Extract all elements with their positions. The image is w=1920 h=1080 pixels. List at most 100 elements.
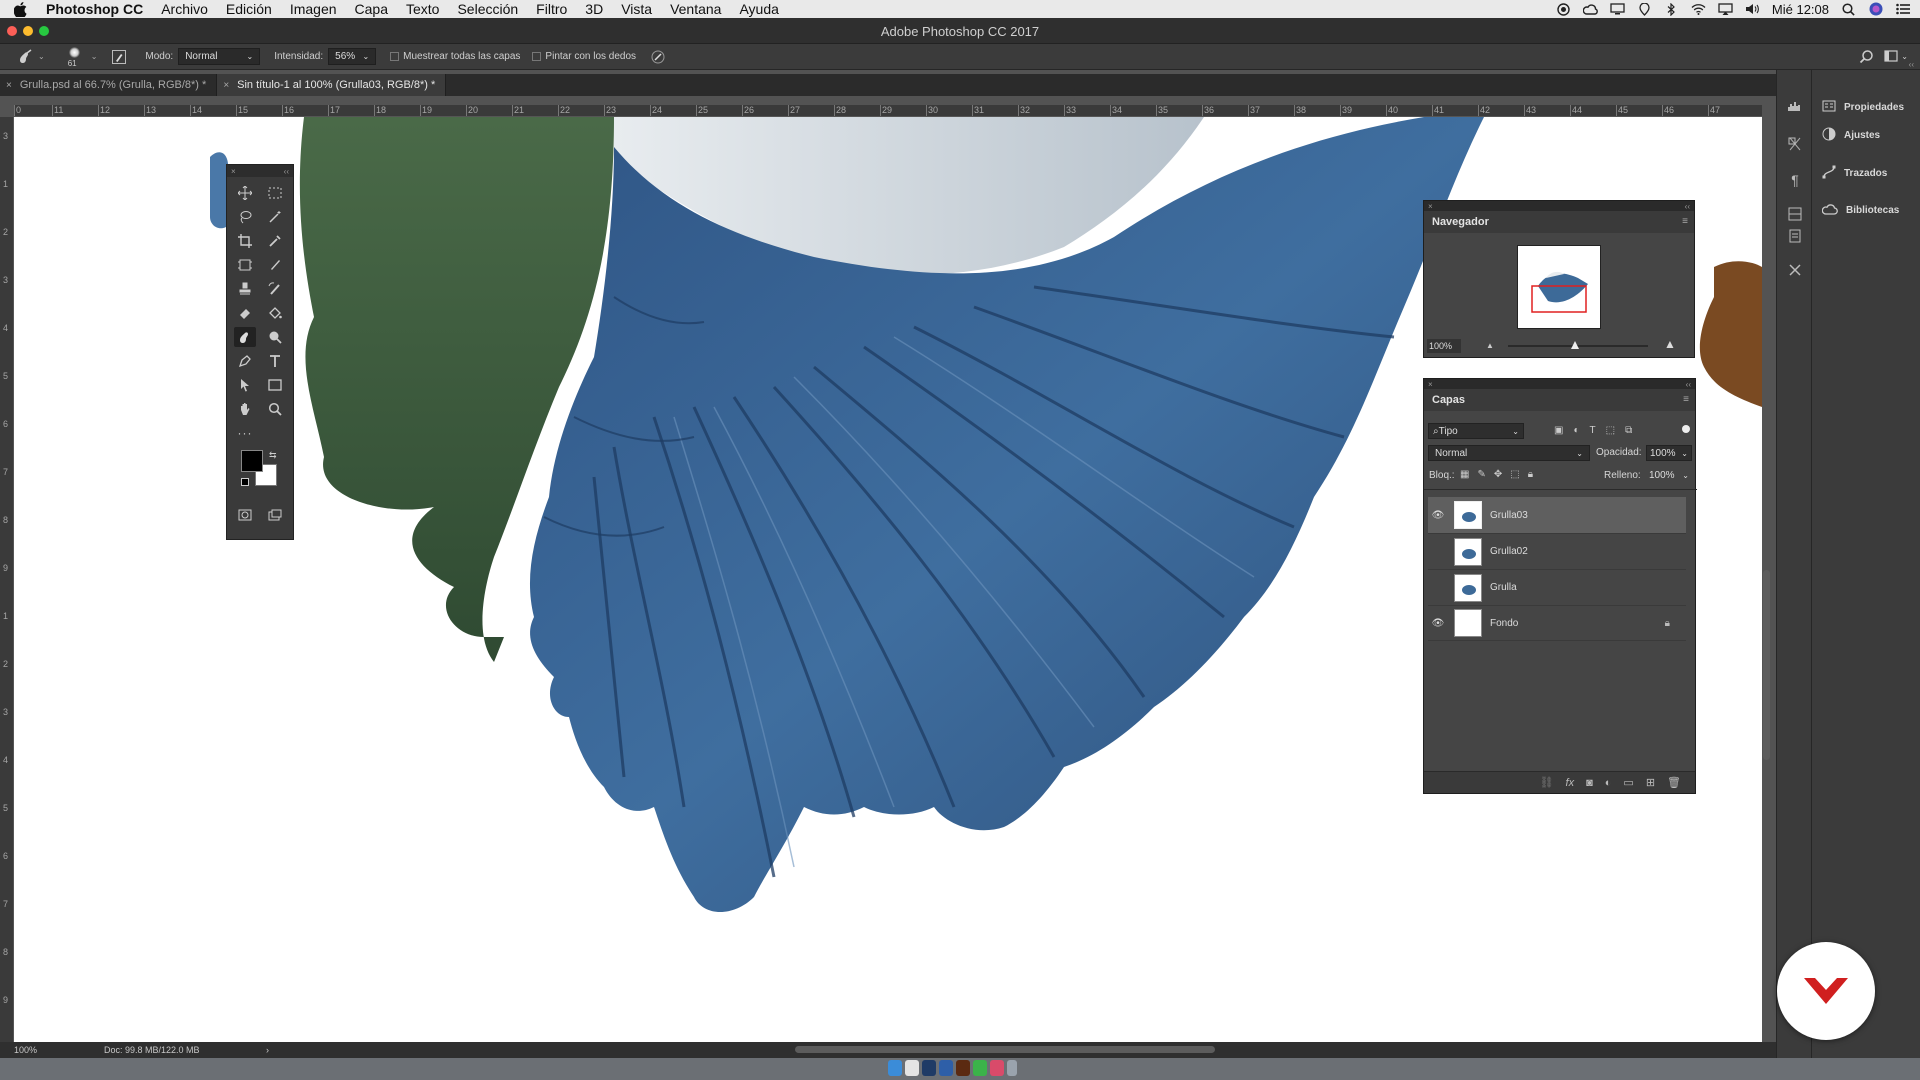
tab-grulla-psd[interactable]: × Grulla.psd al 66.7% (Grulla, RGB/8*) * xyxy=(0,74,218,96)
channels-icon[interactable] xyxy=(1787,206,1803,222)
properties-panel-tab[interactable]: Propiedades xyxy=(1822,100,1904,115)
display-icon[interactable] xyxy=(1610,3,1625,16)
menu-archivo[interactable]: Archivo xyxy=(161,1,208,17)
panel-menu-icon[interactable]: ≡ xyxy=(1683,394,1689,405)
smudge-tool-preset-icon[interactable] xyxy=(18,48,34,65)
tools-panel-header[interactable]: × ‹‹ xyxy=(227,165,293,177)
menu-capa[interactable]: Capa xyxy=(355,1,388,17)
navigator-zoom-slider[interactable] xyxy=(1508,341,1648,349)
pixel-filter-icon[interactable]: ▣ xyxy=(1554,425,1563,436)
menu-seleccion[interactable]: Selección xyxy=(457,1,518,17)
menu-3d[interactable]: 3D xyxy=(585,1,603,17)
zoom-tool[interactable] xyxy=(264,399,286,419)
lightroom-icon[interactable] xyxy=(939,1060,953,1076)
history-brush-tool[interactable] xyxy=(264,279,286,299)
foreground-color-swatch[interactable] xyxy=(241,450,263,472)
visibility-eye-icon[interactable]: 👁︎ xyxy=(1428,510,1448,521)
zoom-level[interactable]: 100% xyxy=(14,1045,84,1055)
menu-imagen[interactable]: Imagen xyxy=(290,1,337,17)
close-icon[interactable]: × xyxy=(231,167,236,176)
paint-bucket-tool[interactable] xyxy=(264,303,286,323)
close-icon[interactable]: × xyxy=(6,80,12,91)
photoshop-icon[interactable] xyxy=(922,1060,936,1076)
notification-center-icon[interactable] xyxy=(1895,3,1910,16)
histogram-icon[interactable] xyxy=(1787,98,1803,114)
layer-filter-select[interactable]: ⌕Tipo ⌄ xyxy=(1428,423,1524,439)
layer-row[interactable]: Grulla xyxy=(1428,569,1686,605)
frame-tool[interactable] xyxy=(234,255,256,275)
chrome-icon[interactable] xyxy=(905,1060,919,1076)
slider-thumb[interactable] xyxy=(1571,341,1579,349)
brush-preset-picker[interactable]: 61 xyxy=(63,45,87,69)
lock-all-icon[interactable]: 🔒︎ xyxy=(1528,469,1533,480)
layer-row[interactable]: 👁︎ Grulla03 xyxy=(1428,497,1686,533)
adjustments-panel-tab[interactable]: Ajustes xyxy=(1822,127,1880,144)
layer-row[interactable]: Grulla02 xyxy=(1428,533,1686,569)
volume-icon[interactable] xyxy=(1745,3,1760,16)
spotify-icon[interactable] xyxy=(973,1060,987,1076)
default-colors-icon[interactable] xyxy=(241,478,249,486)
libraries-panel-tab[interactable]: Bibliotecas xyxy=(1821,203,1899,218)
marquee-tool[interactable] xyxy=(264,183,286,203)
airplay-icon[interactable] xyxy=(1718,3,1733,16)
paths-panel-tab[interactable]: Trazados xyxy=(1822,165,1887,182)
magic-wand-tool[interactable] xyxy=(264,207,286,227)
crop-tool[interactable] xyxy=(234,231,256,251)
filter-toggle-icon[interactable] xyxy=(1682,425,1690,433)
collapse-icon[interactable]: ‹‹ xyxy=(284,167,289,176)
new-group-icon[interactable]: ▭ xyxy=(1623,776,1633,789)
apple-icon[interactable] xyxy=(14,1,28,17)
menu-ayuda[interactable]: Ayuda xyxy=(739,1,778,17)
type-tool[interactable] xyxy=(264,351,286,371)
fill-field[interactable]: 100% ⌄ xyxy=(1646,467,1692,483)
record-icon[interactable] xyxy=(1556,2,1571,16)
clone-source-icon[interactable] xyxy=(1787,136,1803,152)
close-icon[interactable]: × xyxy=(1428,202,1433,211)
lock-icon[interactable]: 🔒︎ xyxy=(1665,618,1670,629)
paragraph-icon[interactable]: ¶ xyxy=(1787,172,1803,188)
menu-filtro[interactable]: Filtro xyxy=(536,1,567,17)
sample-all-layers-checkbox[interactable] xyxy=(390,52,400,61)
swap-colors-icon[interactable]: ⇆ xyxy=(269,450,277,461)
quick-mask-button[interactable] xyxy=(234,505,256,525)
zoom-out-icon[interactable]: ▲ xyxy=(1486,341,1494,350)
creative-cloud-icon[interactable] xyxy=(1582,3,1598,16)
siri-icon[interactable] xyxy=(1868,2,1883,16)
screen-mode-button[interactable] xyxy=(264,505,286,525)
collapse-icon[interactable]: ‹‹ xyxy=(1685,202,1690,211)
menu-edicion[interactable]: Edición xyxy=(226,1,272,17)
link-layers-icon[interactable]: ⛓︎ xyxy=(1540,776,1554,789)
finder-icon[interactable] xyxy=(888,1060,902,1076)
spotlight-icon[interactable] xyxy=(1841,2,1856,16)
finger-painting-checkbox[interactable] xyxy=(532,52,542,61)
blend-mode-select[interactable]: Normal ⌄ xyxy=(1428,445,1590,461)
add-mask-icon[interactable]: ◙ xyxy=(1586,777,1593,789)
tab-sin-titulo[interactable]: × Sin título-1 al 100% (Grulla03, RGB/8*… xyxy=(217,74,447,96)
itunes-icon[interactable] xyxy=(990,1060,1004,1076)
horizontal-ruler[interactable]: 0 11 12 13 14 15 16 17 18 19 20 21 22 23 24 25 26 27 28 29 3… xyxy=(14,105,1762,117)
menu-vista[interactable]: Vista xyxy=(621,1,652,17)
lasso-tool[interactable] xyxy=(234,207,256,227)
eyedropper-tool[interactable] xyxy=(264,231,286,251)
adjustment-layer-icon[interactable]: ◐ xyxy=(1605,777,1612,789)
mode-select[interactable]: Normal ⌄ xyxy=(178,48,261,65)
shape-filter-icon[interactable]: ⬚ xyxy=(1606,425,1615,436)
lock-transparent-icon[interactable]: ▦ xyxy=(1460,469,1469,480)
lock-image-icon[interactable]: ✎ xyxy=(1477,469,1485,480)
rectangle-tool[interactable] xyxy=(264,375,286,395)
panel-topline[interactable]: × ‹‹ xyxy=(1424,379,1695,389)
hand-tool[interactable] xyxy=(234,399,256,419)
brush-settings-icon[interactable] xyxy=(111,49,127,65)
menu-app-name[interactable]: Photoshop CC xyxy=(46,1,143,17)
notes-icon[interactable] xyxy=(1787,228,1803,244)
path-selection-tool[interactable] xyxy=(234,375,256,395)
smart-object-filter-icon[interactable]: ⧉ xyxy=(1625,425,1632,436)
menu-texto[interactable]: Texto xyxy=(406,1,439,17)
intensity-field[interactable]: 56% ⌄ xyxy=(328,48,377,65)
layers-header[interactable]: Capas ≡ xyxy=(1424,389,1695,411)
dodge-tool[interactable] xyxy=(264,327,286,347)
location-icon[interactable] xyxy=(1637,2,1652,16)
pressure-icon[interactable] xyxy=(650,49,666,65)
edit-toolbar-button[interactable]: ··· xyxy=(234,423,256,443)
chevron-down-icon[interactable]: ⌄ xyxy=(38,52,45,61)
